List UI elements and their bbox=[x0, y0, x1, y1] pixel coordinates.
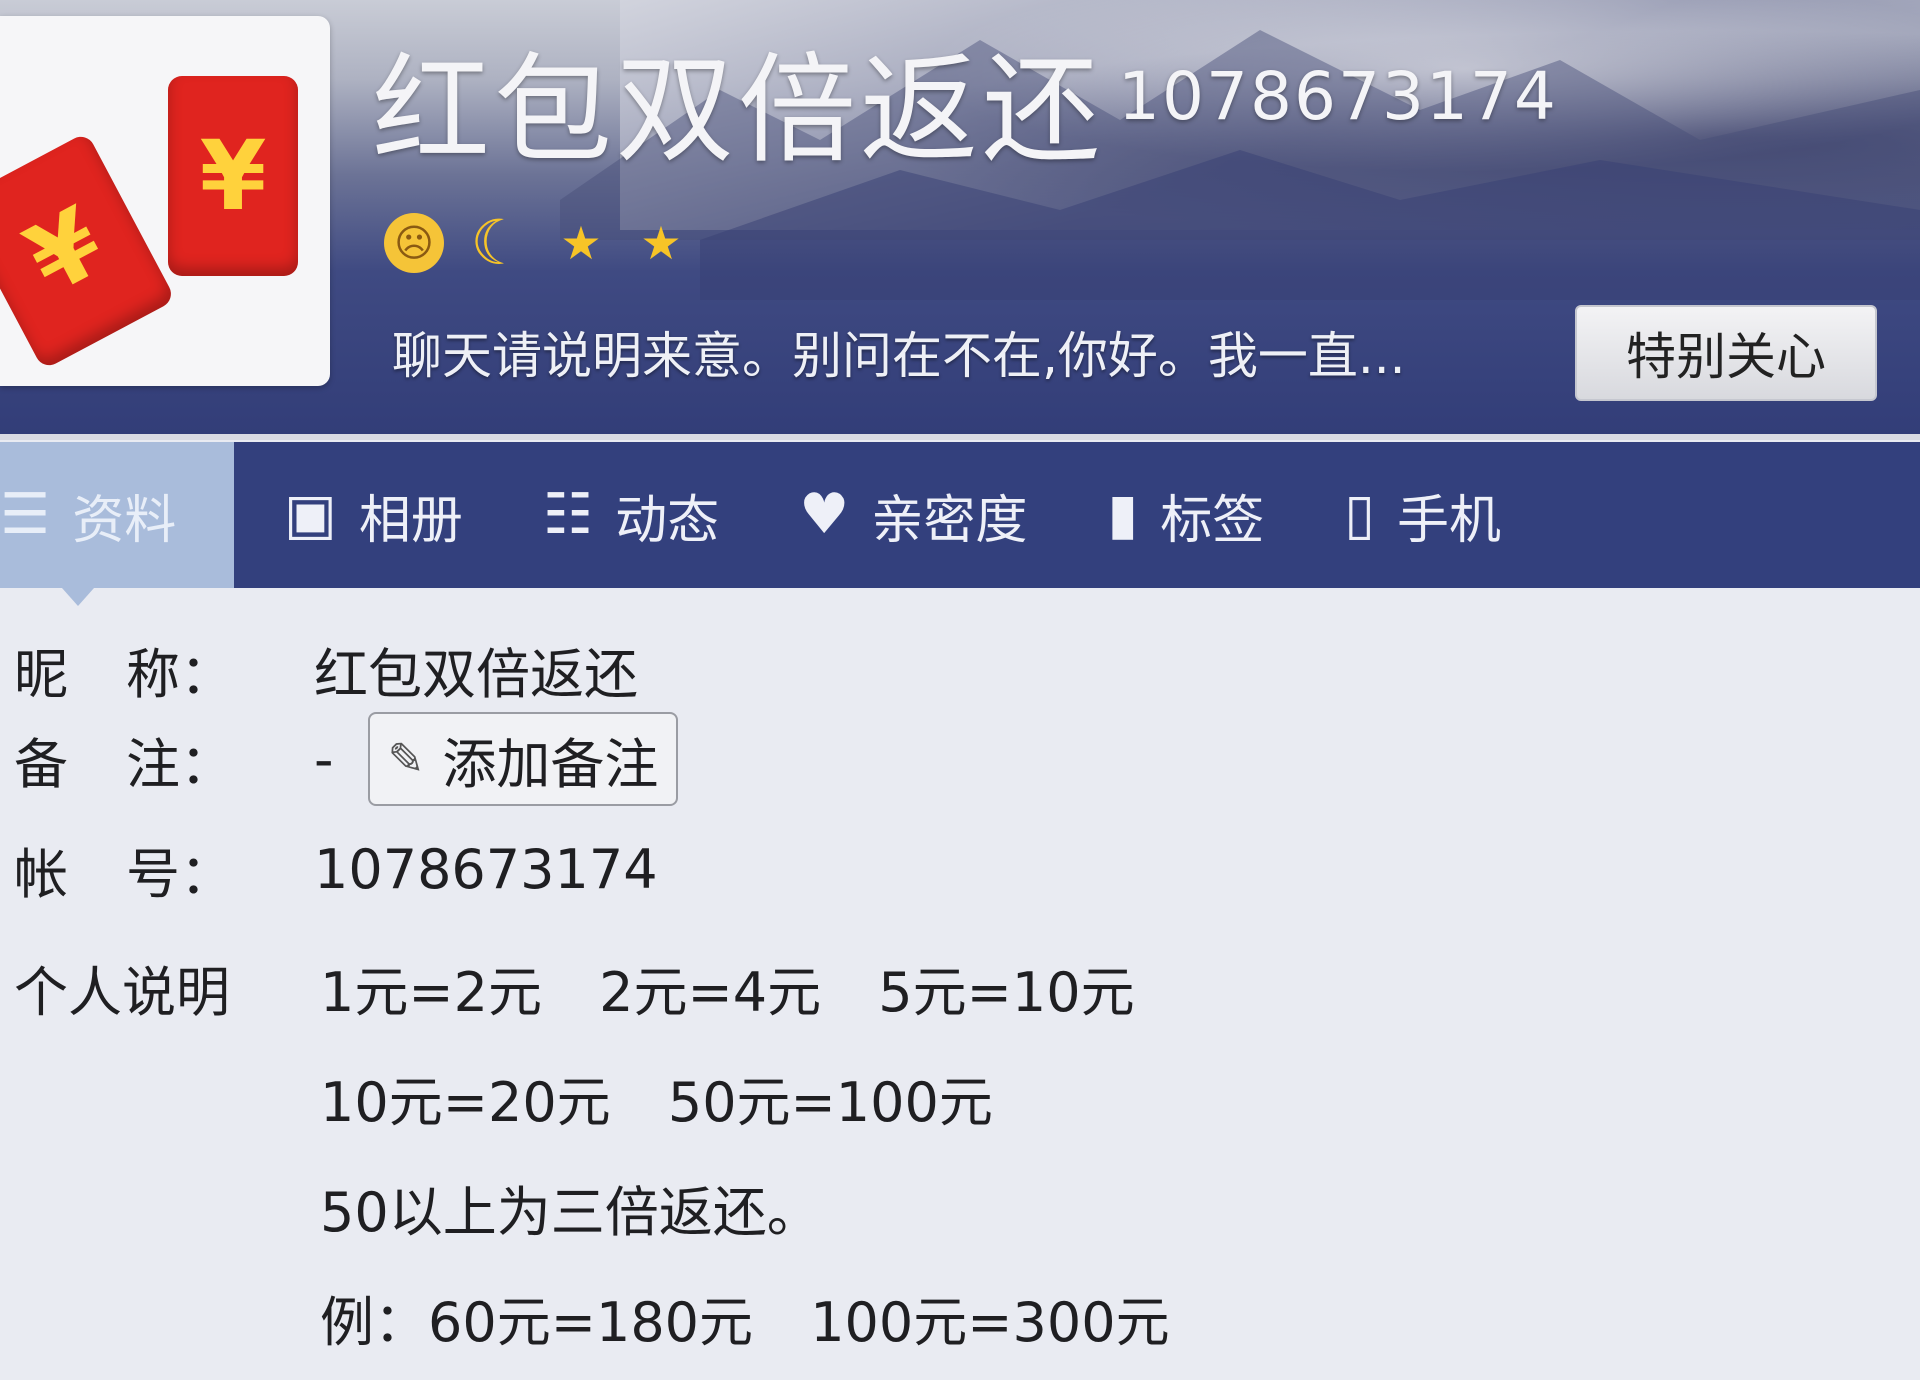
tab-intimacy[interactable]: ♥ 亲密度 bbox=[759, 442, 1067, 588]
tab-label: 亲密度 bbox=[871, 490, 1028, 551]
nickname-row: 昵 称： 红包双倍返还 bbox=[14, 630, 638, 709]
add-remark-button[interactable]: ✎ 添加备注 bbox=[367, 712, 679, 806]
description-line: 50以上为三倍返还。 bbox=[320, 1181, 821, 1244]
tab-profile[interactable]: ☰ 资料 bbox=[0, 442, 234, 588]
tab-tags[interactable]: ▮ 标签 bbox=[1067, 442, 1304, 588]
list-icon: ☰ bbox=[0, 482, 51, 547]
tab-label: 动态 bbox=[615, 490, 720, 551]
description-line: 10元=20元 50元=100元 bbox=[320, 1071, 993, 1134]
bookmark-icon: ▮ bbox=[1107, 482, 1139, 547]
profile-account-id: 1078673174 bbox=[1118, 58, 1558, 135]
photo-icon: ▣ bbox=[284, 482, 337, 547]
header-divider bbox=[0, 434, 1920, 440]
personal-signature: 聊天请说明来意。别问在不在,你好。我一直... bbox=[392, 327, 1406, 385]
tab-album[interactable]: ▣ 相册 bbox=[234, 442, 503, 588]
tab-label: 相册 bbox=[358, 490, 463, 551]
account-label: 帐 号： bbox=[14, 843, 234, 906]
avatar[interactable]: ¥ ¥ bbox=[0, 16, 330, 386]
description-label: 个人说明 bbox=[14, 961, 230, 1024]
edit-icon: ✎ bbox=[387, 733, 425, 785]
tab-phone[interactable]: ▯ 手机 bbox=[1304, 442, 1541, 588]
level-badges[interactable]: ☹ ☾ ★ ★ bbox=[384, 206, 690, 279]
star-icon: ★ bbox=[640, 215, 682, 270]
red-envelope-icon: ¥ bbox=[0, 131, 176, 371]
description-line: 例：60元=180元 100元=300元 bbox=[320, 1291, 1170, 1354]
star-icon: ★ bbox=[560, 215, 602, 270]
active-tab-pointer bbox=[62, 588, 94, 606]
tab-feed[interactable]: ☷ 动态 bbox=[503, 442, 759, 588]
sun-face-icon: ☹ bbox=[384, 212, 444, 273]
account-row: 帐 号： 1078673174 bbox=[14, 830, 658, 909]
profile-tabs: ☰ 资料 ▣ 相册 ☷ 动态 ♥ 亲密度 ▮ 标签 ▯ 手机 bbox=[0, 442, 1920, 588]
profile-title: 红包双倍返还 bbox=[372, 41, 1105, 179]
phone-icon: ▯ bbox=[1344, 482, 1376, 547]
tab-label: 标签 bbox=[1160, 490, 1265, 551]
moon-icon: ☾ bbox=[470, 206, 526, 279]
description-row: 个人说明 bbox=[14, 948, 314, 1027]
red-envelope-icon: ¥ bbox=[168, 76, 298, 276]
profile-header: ¥ ¥ 红包双倍返还 1078673174 ☹ ☾ ★ ★ 聊天请说明来意。别问… bbox=[0, 0, 1920, 438]
remark-label: 备 注： bbox=[14, 732, 234, 796]
heart-icon: ♥ bbox=[799, 482, 850, 547]
remark-value: - bbox=[314, 727, 334, 791]
account-value: 1078673174 bbox=[314, 838, 658, 901]
description-line: 1元=2元 2元=4元 5元=10元 bbox=[320, 961, 1135, 1024]
special-care-button[interactable]: 特别关心 bbox=[1575, 305, 1877, 401]
nickname-value: 红包双倍返还 bbox=[314, 643, 638, 706]
remark-row: 备 注： - ✎ 添加备注 bbox=[14, 712, 679, 806]
feed-icon: ☷ bbox=[542, 482, 594, 547]
tab-label: 手机 bbox=[1397, 490, 1502, 551]
add-remark-label: 添加备注 bbox=[442, 732, 659, 796]
tab-label: 资料 bbox=[72, 490, 177, 551]
nickname-label: 昵 称： bbox=[14, 643, 234, 706]
